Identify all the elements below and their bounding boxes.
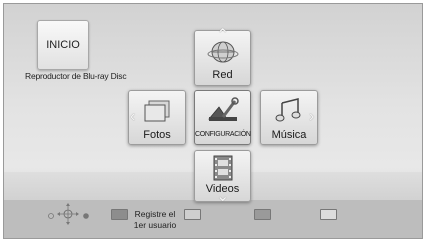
device-subtitle: Reproductor de Blu-ray Disc: [25, 71, 127, 81]
menu-item-musica[interactable]: › Música: [260, 90, 318, 145]
menu-label-configuracion: CONFIGURACIÓN: [195, 131, 251, 138]
home-title: INICIO: [46, 39, 80, 51]
film-strip-icon: [213, 155, 232, 181]
menu-item-videos[interactable]: Videos ⌄: [194, 150, 251, 205]
settings-tools-icon: [207, 97, 239, 121]
photos-icon: [144, 100, 170, 122]
color-button-4[interactable]: [320, 209, 337, 220]
right-arrow-icon: ›: [309, 108, 315, 125]
home-screen: INICIO Reproductor de Blu-ray Disc ⌃ Red…: [3, 3, 423, 239]
menu-item-fotos[interactable]: ‹ Fotos: [128, 90, 186, 145]
navigation-pad-icon: [48, 203, 89, 225]
label-line-2: 1er usuario: [133, 220, 177, 230]
color-button-1-label: Registre el 1er usuario: [130, 209, 180, 231]
down-arrow-icon: ⌄: [216, 188, 230, 205]
menu-label-red: Red: [212, 69, 233, 81]
color-button-1[interactable]: [111, 209, 128, 220]
menu-item-configuracion[interactable]: CONFIGURACIÓN: [194, 90, 251, 145]
menu-item-red[interactable]: ⌃ Red: [194, 28, 251, 86]
network-globe-icon: [207, 41, 238, 63]
music-notes-icon: [275, 98, 301, 122]
left-arrow-icon: ‹: [130, 108, 136, 125]
menu-label-fotos: Fotos: [143, 129, 171, 141]
home-title-box: INICIO: [37, 20, 89, 70]
label-line-1: Registre el: [134, 209, 176, 219]
color-button-2[interactable]: [184, 209, 201, 220]
menu-label-musica: Música: [271, 129, 307, 141]
color-button-3[interactable]: [254, 209, 271, 220]
